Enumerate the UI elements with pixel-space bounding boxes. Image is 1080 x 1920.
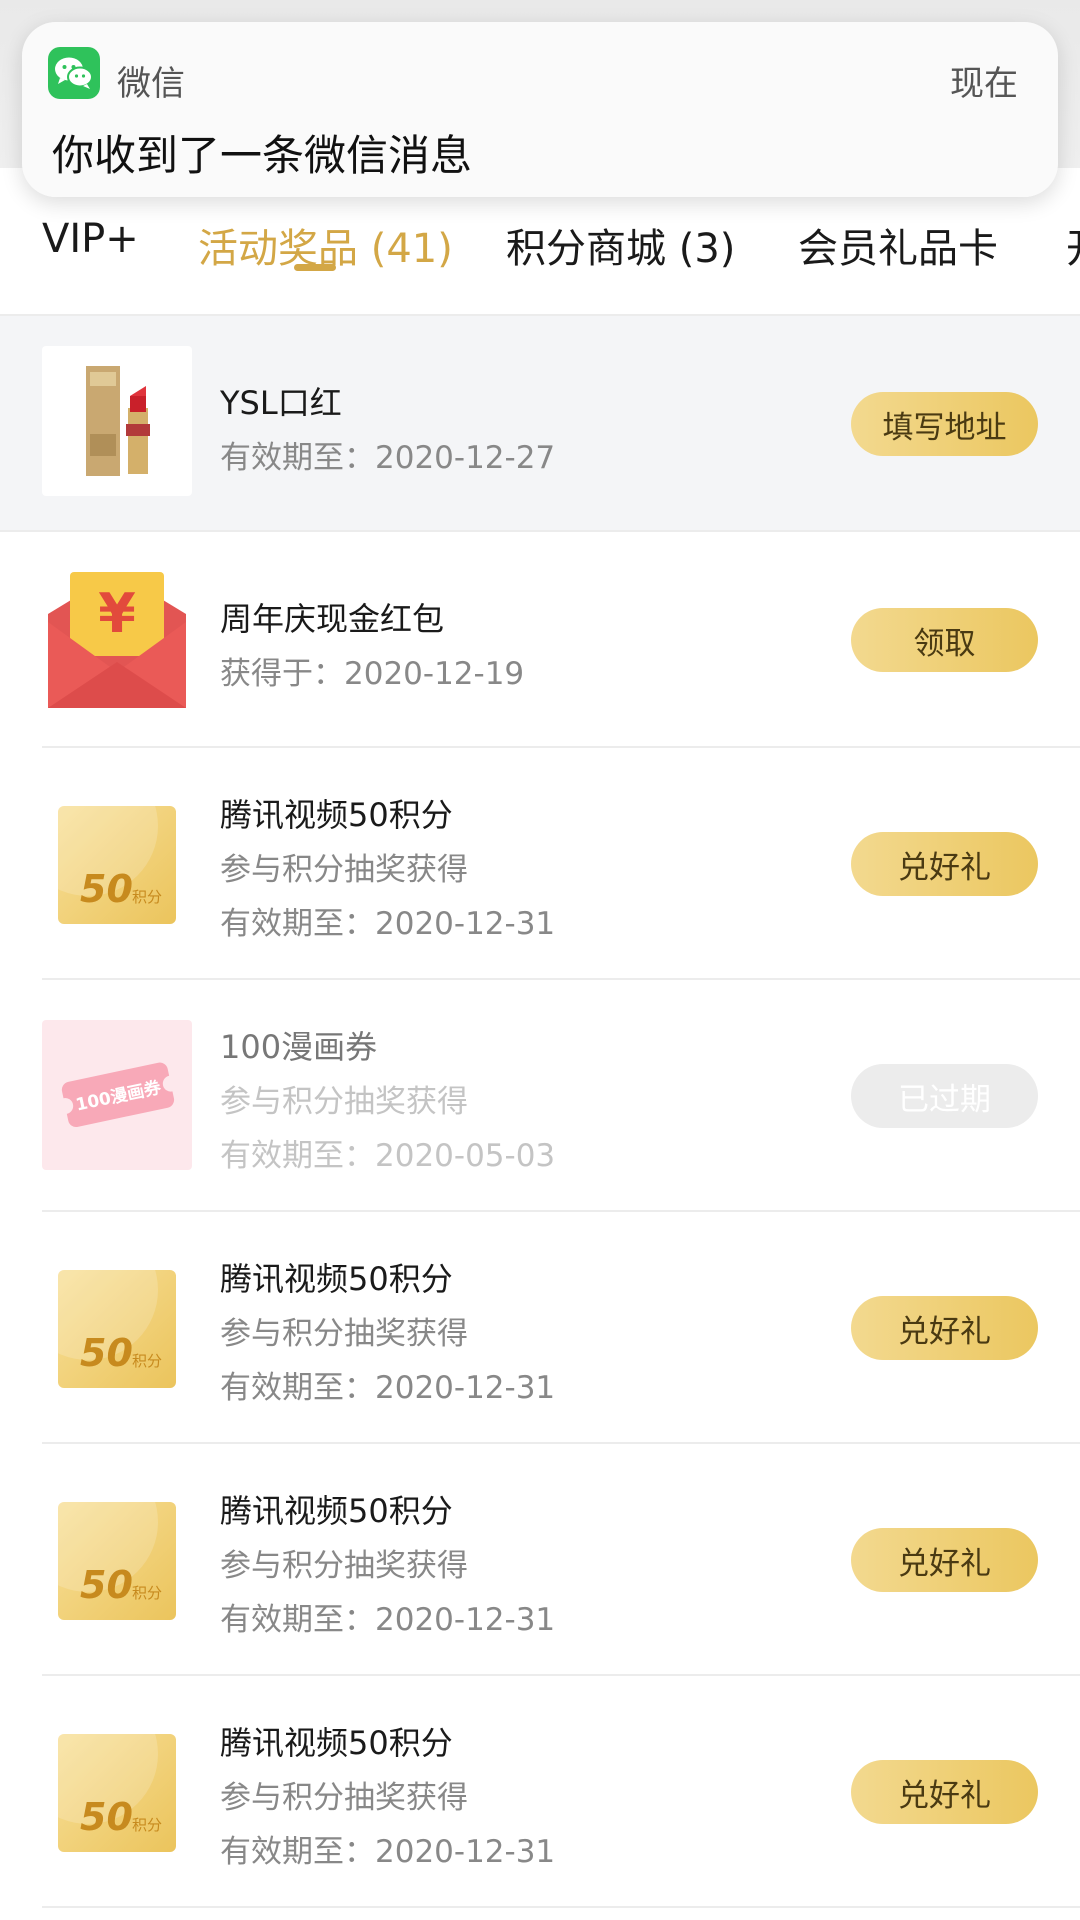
item-title: 腾讯视频50积分 [220,1260,453,1298]
item-source: 参与积分抽奖获得 [220,1316,468,1352]
item-source: 参与积分抽奖获得 [220,1548,468,1584]
claim-button[interactable]: 领取 [851,608,1038,672]
wechat-icon [48,47,100,99]
list-item[interactable]: 50 积分 腾讯视频50积分 参与积分抽奖获得 有效期至：2020-12-31 … [0,748,1080,980]
coupon-unit: 积分 [132,1352,162,1370]
item-expiry: 有效期至：2020-12-31 [220,906,556,942]
notification-message: 你收到了一条微信消息 [52,131,473,180]
item-title: 100漫画券 [220,1028,378,1066]
lipstick-icon [42,346,192,496]
item-expiry: 有效期至：2020-12-27 [220,440,556,476]
notification-time: 现在 [950,64,1018,104]
tab-more[interactable]: 开 [1066,216,1080,274]
list-item[interactable]: 100漫画券 100漫画券 参与积分抽奖获得 有效期至：2020-05-03 已… [0,980,1080,1212]
item-expiry: 有效期至：2020-12-31 [220,1370,556,1406]
list-item[interactable]: YSL口红 有效期至：2020-12-27 填写地址 [0,316,1080,532]
coupon-unit: 积分 [132,1816,162,1834]
tab-member-gift-card[interactable]: 会员礼品卡 [798,216,998,274]
item-source: 参与积分抽奖获得 [220,1780,468,1816]
coupon-number: 50 [80,1795,133,1839]
item-title: 腾讯视频50积分 [220,1724,453,1762]
wechat-notification[interactable]: 微信 现在 你收到了一条微信消息 [22,22,1058,197]
item-title: YSL口红 [220,384,342,422]
item-expiry: 有效期至：2020-12-31 [220,1834,556,1870]
coupon-unit: 积分 [132,888,162,906]
coupon-number: 50 [80,867,133,911]
item-title: 周年庆现金红包 [220,600,445,638]
list-item[interactable]: 50 积分 腾讯视频50积分 参与积分抽奖获得 有效期至：2020-12-31 … [0,1444,1080,1676]
item-title: 腾讯视频50积分 [220,796,453,834]
divider [42,1906,1080,1908]
redeem-gift-button[interactable]: 兑好礼 [851,1528,1038,1592]
redeem-gift-button[interactable]: 兑好礼 [851,1296,1038,1360]
points-coupon-icon: 50 积分 [58,1502,176,1620]
tab-vip-plus[interactable]: VIP+ [42,216,139,262]
item-title: 腾讯视频50积分 [220,1492,453,1530]
coupon-number: 50 [80,1563,133,1607]
comic-ticket-icon: 100漫画券 [42,1020,192,1170]
redeem-gift-button[interactable]: 兑好礼 [851,1760,1038,1824]
points-coupon-icon: 50 积分 [58,1734,176,1852]
active-tab-indicator [294,264,336,271]
list-item[interactable]: 50 积分 腾讯视频50积分 参与积分抽奖获得 有效期至：2020-12-31 … [0,1676,1080,1908]
expired-button: 已过期 [851,1064,1038,1128]
red-envelope-icon: ¥ [42,566,192,716]
notification-app-name: 微信 [117,64,185,104]
coupon-number: 50 [80,1331,133,1375]
list-item[interactable]: ¥ 周年庆现金红包 获得于：2020-12-19 领取 [0,532,1080,748]
item-source: 参与积分抽奖获得 [220,1084,468,1120]
points-coupon-icon: 50 积分 [58,1270,176,1388]
redeem-gift-button[interactable]: 兑好礼 [851,832,1038,896]
page: 微信 现在 你收到了一条微信消息 VIP+ 活动奖品 (41) 积分商城 (3)… [0,0,1080,1920]
tab-points-mall[interactable]: 积分商城 (3) [506,216,735,274]
fill-address-button[interactable]: 填写地址 [851,392,1038,456]
item-expiry: 有效期至：2020-12-31 [220,1602,556,1638]
points-coupon-icon: 50 积分 [58,806,176,924]
category-tabs: VIP+ 活动奖品 (41) 积分商城 (3) 会员礼品卡 开 [0,198,1080,316]
list-item[interactable]: 50 积分 腾讯视频50积分 参与积分抽奖获得 有效期至：2020-12-31 … [0,1212,1080,1444]
item-obtained-date: 获得于：2020-12-19 [220,656,525,692]
item-expiry: 有效期至：2020-05-03 [220,1138,556,1174]
envelope-yen-symbol: ¥ [98,582,136,645]
coupon-unit: 积分 [132,1584,162,1602]
item-source: 参与积分抽奖获得 [220,852,468,888]
